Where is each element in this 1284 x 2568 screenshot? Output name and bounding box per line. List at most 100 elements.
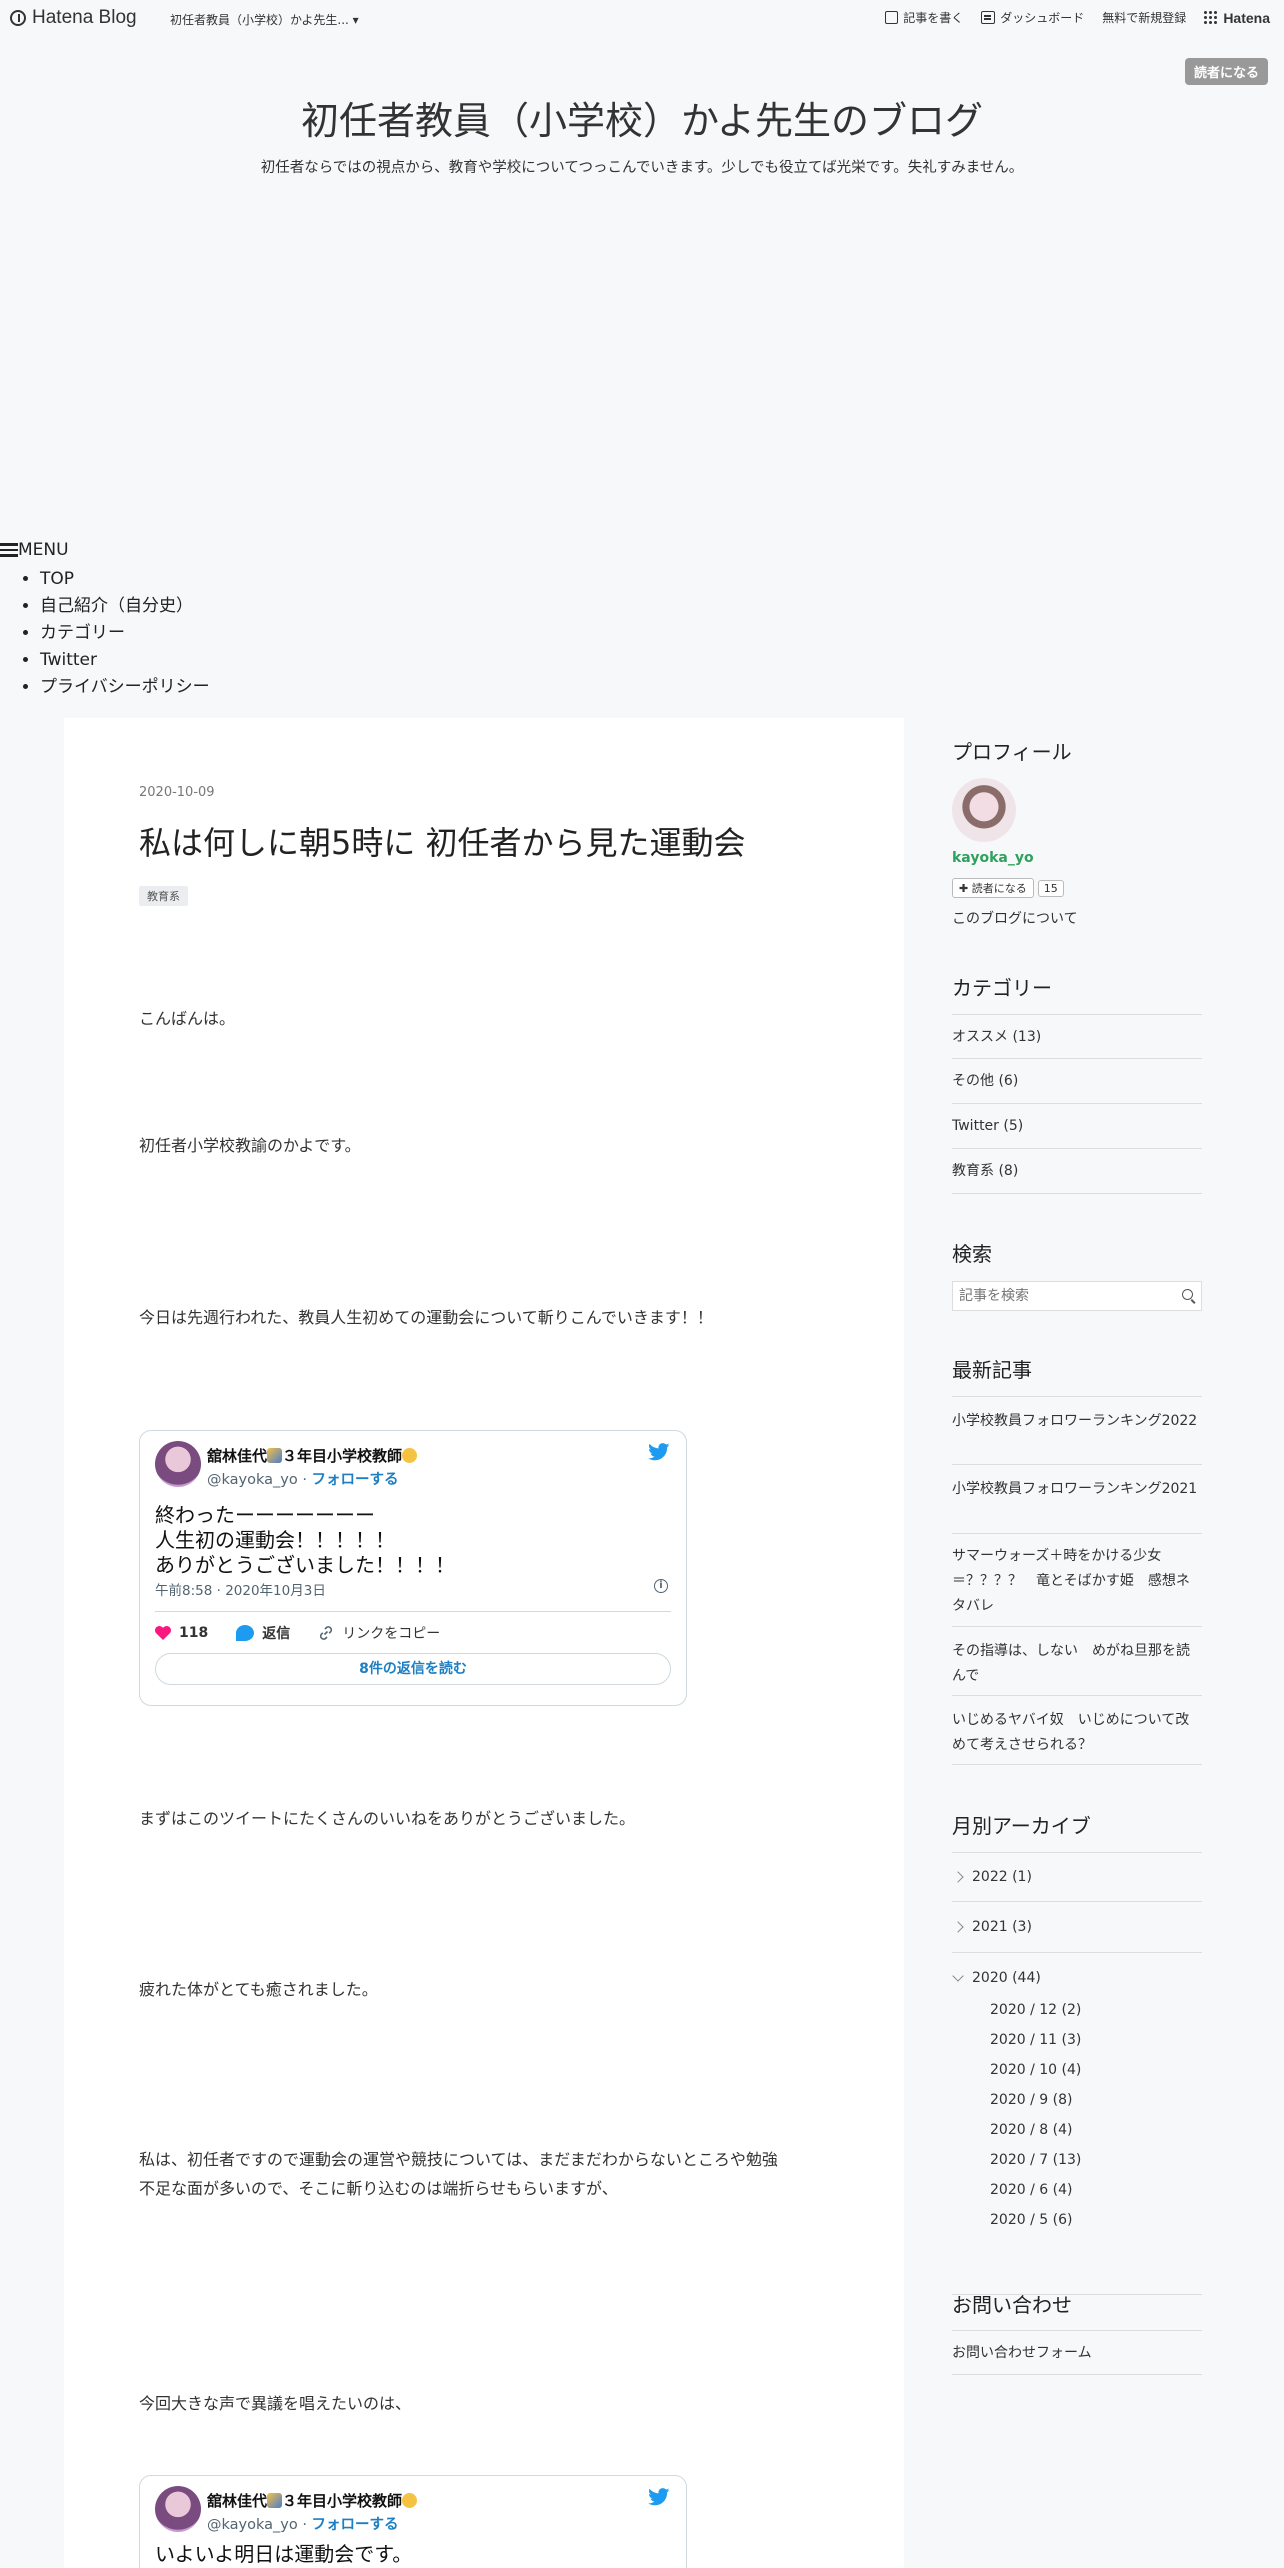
paragraph: 初任者小学校教諭のかよです。 (139, 1136, 361, 1155)
archive-month-link[interactable]: 2020 / 5 (6) (990, 2205, 1081, 2235)
archive-month-link[interactable]: 2020 / 11 (3) (990, 2025, 1081, 2055)
dashboard-icon (981, 11, 996, 24)
archive-year-2022[interactable]: 2022 (1) (952, 1852, 1202, 1902)
archive-month-link[interactable]: 2020 / 12 (2) (990, 1995, 1081, 2025)
menu-item-profile[interactable]: 自己紹介（自分史） (40, 593, 210, 620)
paragraph: 不足な面が多いので、そこに斬り込むのは端折らせもらいますが、 (139, 2179, 618, 2198)
tweet-author-name[interactable]: 舘林佳代 ３年目小学校教師 (207, 2490, 418, 2511)
contact-heading: お問い合わせ (952, 2293, 1072, 2317)
search-heading: 検索 (952, 1242, 992, 1266)
embedded-tweet: 舘林佳代 ３年目小学校教師 @kayoka_yo · フォローする いよいよ明日は… (139, 2475, 687, 2568)
paragraph: 今日は先週行われた、教員人生初めての運動会について斬りこんでいきます！！ (139, 1308, 713, 1327)
tweet-text: いよいよ明日は運動会です。 (155, 2542, 413, 2566)
post-title[interactable]: 私は何しに朝5時に 初任者から見た運動会 (139, 818, 746, 864)
recent-post-link[interactable]: いじめるヤバイ奴 いじめについて改めて考えさせられる？ (952, 1696, 1202, 1765)
top-bar: Hatena Blog 初任者教員（小学校）かよ先生... ▾ 記事を書く ダッ… (0, 0, 1284, 36)
search-box (952, 1281, 1202, 1311)
search-icon[interactable] (1182, 1289, 1193, 1300)
category-item[interactable]: Twitter (5) (952, 1104, 1202, 1149)
archive-month-link[interactable]: 2020 / 6 (4) (990, 2175, 1081, 2205)
paragraph: 疲れた体がとても癒されました。 (139, 1980, 378, 1999)
face-emoji-icon (402, 2493, 418, 2508)
blog-title[interactable]: 初任者教員（小学校）かよ先生のブログ (0, 90, 1284, 145)
chevron-right-icon (952, 1871, 964, 1883)
archive-month-link[interactable]: 2020 / 9 (8) (990, 2085, 1081, 2115)
hatena-blog-logo[interactable]: Hatena Blog (10, 7, 137, 29)
blog-switcher[interactable]: 初任者教員（小学校）かよ先生... ▾ (170, 11, 359, 28)
subscribe-button[interactable]: 読者になる (1184, 58, 1268, 85)
archive-list: 2022 (1) 2021 (3) 2020 (44) 2020 / 12 (2… (952, 1852, 1202, 2295)
tweet-author-name[interactable]: 舘林佳代 ３年目小学校教師 (207, 1445, 418, 1466)
archive-month-link[interactable]: 2020 / 8 (4) (990, 2115, 1081, 2145)
divider (155, 1611, 671, 1612)
read-replies-button[interactable]: 8件の返信を読む (155, 1653, 671, 1685)
reply-button[interactable]: 返信 (236, 1623, 290, 1643)
recent-post-link[interactable]: 小学校教員フォロワーランキング2022 (952, 1396, 1202, 1465)
paragraph: こんばんは。 (139, 1009, 236, 1028)
profile-avatar[interactable] (952, 778, 1016, 842)
like-button[interactable]: 118 (155, 1625, 208, 1641)
recent-post-link[interactable]: その指導は、しない めがね旦那を読んで (952, 1627, 1202, 1696)
embedded-tweet: 舘林佳代 ３年目小学校教師 @kayoka_yo · フォローする 終わったーーー… (139, 1430, 687, 1706)
reply-bubble-icon (236, 1625, 255, 1641)
recent-post-link[interactable]: サマーウォーズ＋時をかける少女＝？？？？ 竜とそばかす姫 感想ネタバレ (952, 1534, 1202, 1627)
face-emoji-icon (402, 1448, 418, 1463)
paragraph: 今回大きな声で異議を唱えたいのは、 (139, 2394, 412, 2413)
search-input[interactable] (953, 1282, 1174, 1310)
info-icon[interactable]: i (654, 1579, 668, 1593)
chevron-right-icon (952, 1921, 964, 1933)
hatena-link[interactable]: Hatena (1204, 10, 1270, 26)
contact-form-link[interactable]: お問い合わせフォーム (952, 2330, 1202, 2375)
subscriber-count[interactable]: 15 (1037, 879, 1064, 897)
category-heading: カテゴリー (952, 976, 1052, 1000)
profile-name[interactable]: kayoka_yo (952, 850, 1034, 866)
category-list: オススメ (13) その他 (6) Twitter (5) 教育系 (8) (952, 1014, 1202, 1194)
link-icon (320, 1626, 333, 1640)
avatar[interactable] (155, 1441, 201, 1487)
tweet-timestamp[interactable]: 午前8:58 · 2020年10月3日 (155, 1579, 326, 1599)
follow-link[interactable]: フォローする (312, 1472, 399, 1488)
plus-icon: ✚ (959, 882, 969, 895)
chevron-down-icon (952, 1970, 964, 1982)
twitter-bird-icon[interactable] (648, 2488, 670, 2506)
tweet-handle[interactable]: @kayoka_yo (207, 1472, 298, 1488)
follow-link[interactable]: フォローする (312, 2517, 399, 2533)
archive-month-link[interactable]: 2020 / 10 (4) (990, 2055, 1081, 2085)
sidebar-subscribe-button[interactable]: ✚ 読者になる (952, 878, 1034, 898)
menu-item-privacy[interactable]: プライバシーポリシー (40, 674, 210, 701)
avatar[interactable] (155, 2486, 201, 2532)
signup-link[interactable]: 無料で新規登録 (1102, 9, 1186, 26)
hatena-dots-icon (1204, 10, 1218, 25)
recent-list: 小学校教員フォロワーランキング2022 小学校教員フォロワーランキング2021 … (952, 1396, 1202, 1765)
hamburger-icon (0, 543, 18, 557)
blog-description: 初任者ならではの視点から、教育や学校についてつっこんでいきます。少しでも役立てば… (260, 160, 1024, 176)
paragraph: 私は、初任者ですので運動会の運営や競技については、まだまだわからないところや勉強 (139, 2150, 778, 2169)
post-date[interactable]: 2020-10-09 (139, 785, 215, 800)
dashboard-link[interactable]: ダッシュボード (981, 9, 1084, 26)
paragraph: まずはこのツイートにたくさんのいいねをありがとうございました。 (139, 1809, 636, 1828)
category-item[interactable]: 教育系 (8) (952, 1149, 1202, 1194)
write-post-link[interactable]: 記事を書く (885, 9, 963, 26)
global-menu: MENU TOP 自己紹介（自分史） カテゴリー Twitter プライバシーポ… (0, 540, 210, 701)
archive-month-link[interactable]: 2020 / 7 (13) (990, 2145, 1081, 2175)
menu-item-top[interactable]: TOP (40, 566, 210, 593)
category-item[interactable]: オススメ (13) (952, 1014, 1202, 1059)
copy-link-button[interactable]: リンクをコピー (318, 1623, 440, 1643)
tweet-handle[interactable]: @kayoka_yo (207, 2517, 298, 2533)
category-item[interactable]: その他 (6) (952, 1059, 1202, 1104)
menu-item-category[interactable]: カテゴリー (40, 620, 210, 647)
twitter-bird-icon[interactable] (648, 1443, 670, 1461)
post-category-tag[interactable]: 教育系 (139, 886, 188, 906)
pencil-icon (885, 11, 899, 24)
tweet-text: 終わったーーーーーーー 人生初の運動会！！！！！ ありがとうございました！！！！ (155, 1503, 455, 1577)
archive-year-2021[interactable]: 2021 (3) (952, 1902, 1202, 1953)
contact-list: お問い合わせフォーム (952, 2330, 1202, 2375)
hatena-blog-logo-icon (10, 10, 26, 26)
menu-toggle[interactable]: MENU (0, 540, 210, 560)
menu-item-twitter[interactable]: Twitter (40, 647, 210, 674)
brand-name: Hatena Blog (32, 7, 137, 28)
heart-icon (155, 1626, 171, 1640)
recent-post-link[interactable]: 小学校教員フォロワーランキング2021 (952, 1465, 1202, 1534)
archive-heading: 月別アーカイブ (952, 1814, 1091, 1838)
about-blog-link[interactable]: このブログについて (952, 908, 1078, 928)
